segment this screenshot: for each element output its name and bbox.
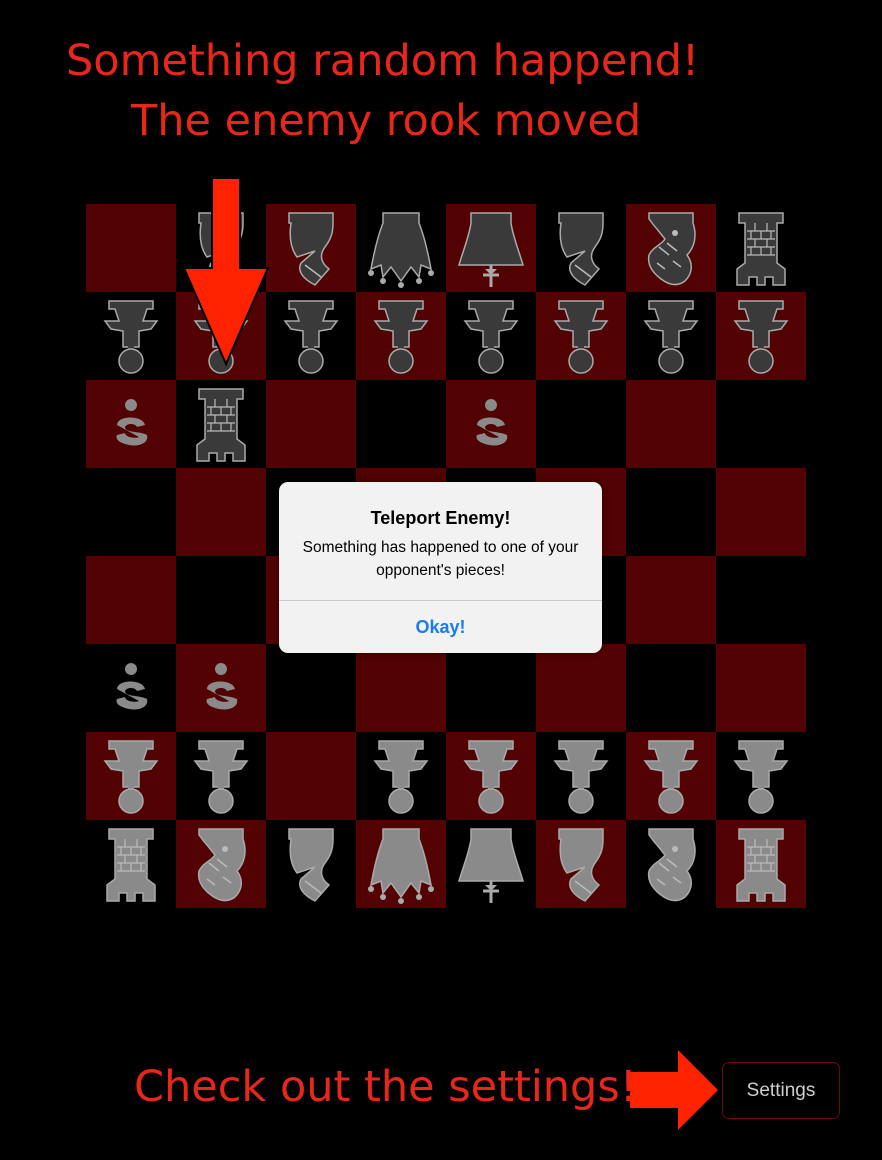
board-square[interactable] [176,644,266,732]
board-square[interactable] [266,380,356,468]
enemy-pawn-icon[interactable] [95,295,167,377]
player-king-icon[interactable] [455,823,527,905]
enemy-rook-icon[interactable] [725,207,797,289]
arrow-right-icon [630,1050,718,1130]
board-square[interactable] [356,292,446,380]
board-square[interactable] [176,380,266,468]
board-square[interactable] [266,644,356,732]
enemy-king-icon[interactable] [455,207,527,289]
board-square[interactable] [536,380,626,468]
board-square[interactable] [86,732,176,820]
player-pawn-icon[interactable] [455,735,527,817]
board-square[interactable] [716,644,806,732]
board-square[interactable] [716,292,806,380]
board-square[interactable] [356,644,446,732]
enemy-knight-icon[interactable] [635,207,707,289]
dialog-message: Something has happened to one of your op… [302,539,579,579]
enemy-pawn-icon[interactable] [635,295,707,377]
board-square[interactable] [266,292,356,380]
board-square[interactable] [86,292,176,380]
board-square[interactable] [86,556,176,644]
board-square[interactable] [536,644,626,732]
caption-check-settings: Check out the settings! [134,1062,637,1112]
board-square[interactable] [626,820,716,908]
board-square[interactable] [716,556,806,644]
board-square[interactable] [716,468,806,556]
board-square[interactable] [536,292,626,380]
enemy-pawn-icon[interactable] [545,295,617,377]
board-square[interactable] [86,468,176,556]
player-knight-icon[interactable] [635,823,707,905]
board-square[interactable] [626,468,716,556]
settings-button[interactable]: Settings [722,1062,840,1119]
board-square[interactable] [86,820,176,908]
board-square[interactable] [176,556,266,644]
player-knight-icon[interactable] [185,823,257,905]
player-pawn-icon[interactable] [185,735,257,817]
board-square[interactable] [536,204,626,292]
board-square[interactable] [716,732,806,820]
player-bishop-icon[interactable] [545,823,617,905]
board-square[interactable] [536,732,626,820]
board-square[interactable] [446,732,536,820]
board-square[interactable] [266,204,356,292]
caption-random-event: Something random happend! [66,36,700,86]
board-square[interactable] [176,468,266,556]
teleport-enemy-dialog: Teleport Enemy! Something has happened t… [279,482,602,653]
enemy-rook-icon[interactable] [185,383,257,465]
board-square[interactable] [86,644,176,732]
enemy-bishop-icon[interactable] [545,207,617,289]
enemy-queen-icon[interactable] [365,207,437,289]
player-rook-icon[interactable] [95,823,167,905]
board-square[interactable] [266,732,356,820]
board-square[interactable] [716,204,806,292]
board-square[interactable] [626,380,716,468]
board-square[interactable] [176,820,266,908]
board-square[interactable] [446,644,536,732]
board-square[interactable] [446,204,536,292]
move-hint-icon[interactable] [185,647,257,729]
board-square[interactable] [86,204,176,292]
player-pawn-icon[interactable] [365,735,437,817]
board-square[interactable] [356,380,446,468]
move-hint-icon[interactable] [95,647,167,729]
enemy-pawn-icon[interactable] [455,295,527,377]
board-square[interactable] [716,820,806,908]
enemy-pawn-icon[interactable] [365,295,437,377]
board-square[interactable] [446,292,536,380]
board-square[interactable] [626,732,716,820]
player-rook-icon[interactable] [725,823,797,905]
board-square[interactable] [626,556,716,644]
board-square[interactable] [86,380,176,468]
move-hint-icon[interactable] [455,383,527,465]
move-hint-icon[interactable] [95,383,167,465]
caption-rook-moved: The enemy rook moved [131,96,642,146]
player-bishop-icon[interactable] [275,823,347,905]
enemy-pawn-icon[interactable] [725,295,797,377]
enemy-bishop-icon[interactable] [275,207,347,289]
board-square[interactable] [626,204,716,292]
arrow-down-icon [182,178,270,367]
player-pawn-icon[interactable] [725,735,797,817]
board-square[interactable] [626,644,716,732]
enemy-pawn-icon[interactable] [275,295,347,377]
player-pawn-icon[interactable] [545,735,617,817]
dialog-title: Teleport Enemy! [370,508,511,528]
board-square[interactable] [266,820,356,908]
player-queen-icon[interactable] [365,823,437,905]
board-square[interactable] [176,732,266,820]
okay-button[interactable]: Okay! [279,601,602,653]
player-pawn-icon[interactable] [635,735,707,817]
board-square[interactable] [356,820,446,908]
board-square[interactable] [446,820,536,908]
board-square[interactable] [626,292,716,380]
board-square[interactable] [536,820,626,908]
board-square[interactable] [356,204,446,292]
board-square[interactable] [716,380,806,468]
player-pawn-icon[interactable] [95,735,167,817]
board-square[interactable] [356,732,446,820]
board-square[interactable] [446,380,536,468]
